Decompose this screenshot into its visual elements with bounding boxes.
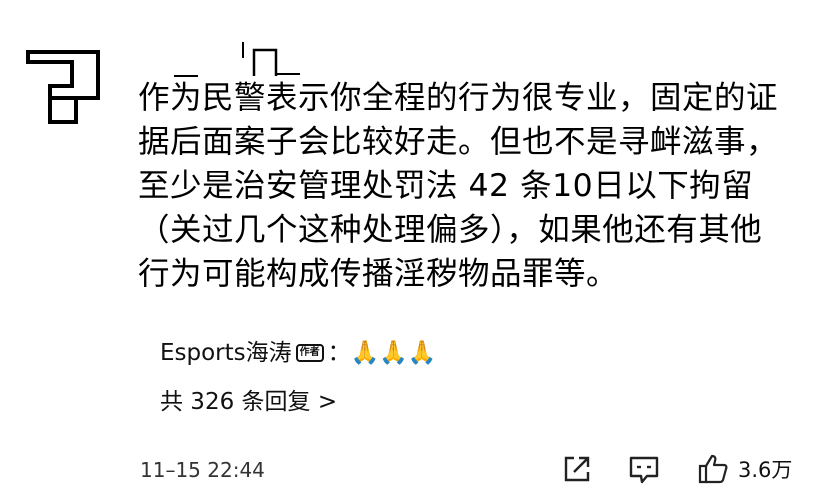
cropped-line-fragment	[242, 42, 244, 58]
comment-line: 行为可能构成传播淫秽物品罪等。	[138, 256, 619, 292]
view-replies-link[interactable]: 共 326 条回复 >	[160, 384, 337, 420]
cropped-box-fragment	[252, 48, 300, 76]
reply-author[interactable]: Esports海涛	[160, 333, 292, 373]
avatar[interactable]	[22, 44, 108, 126]
comment-line: 至少是治安管理处罚法 42 条10日以下拘留	[138, 168, 754, 204]
reply-preview[interactable]: Esports海涛 作者 ： 🙏🙏🙏	[160, 333, 437, 373]
like-count: 3.6万	[738, 458, 793, 482]
comment-icon[interactable]	[627, 452, 661, 486]
comment-body: 作为民警表示你全程的行为很专业，固定的证 据后面案子会比较好走。但也不是寻衅滋事…	[138, 76, 806, 296]
timestamp: 11–15 22:44	[140, 458, 265, 482]
thumbs-up-icon[interactable]	[696, 452, 730, 486]
author-badge: 作者	[295, 344, 324, 362]
reply-content: 🙏🙏🙏	[350, 340, 437, 366]
share-icon[interactable]	[560, 452, 594, 486]
comment-line: （关过几个这种处理偏多），如果他还有其他	[138, 212, 763, 248]
comment-line: 据后面案子会比较好走。但也不是寻衅滋事，	[138, 124, 779, 160]
reply-separator: ：	[327, 340, 351, 366]
comment-line: 作为民警表示你全程的行为很专业，固定的证	[138, 80, 779, 116]
